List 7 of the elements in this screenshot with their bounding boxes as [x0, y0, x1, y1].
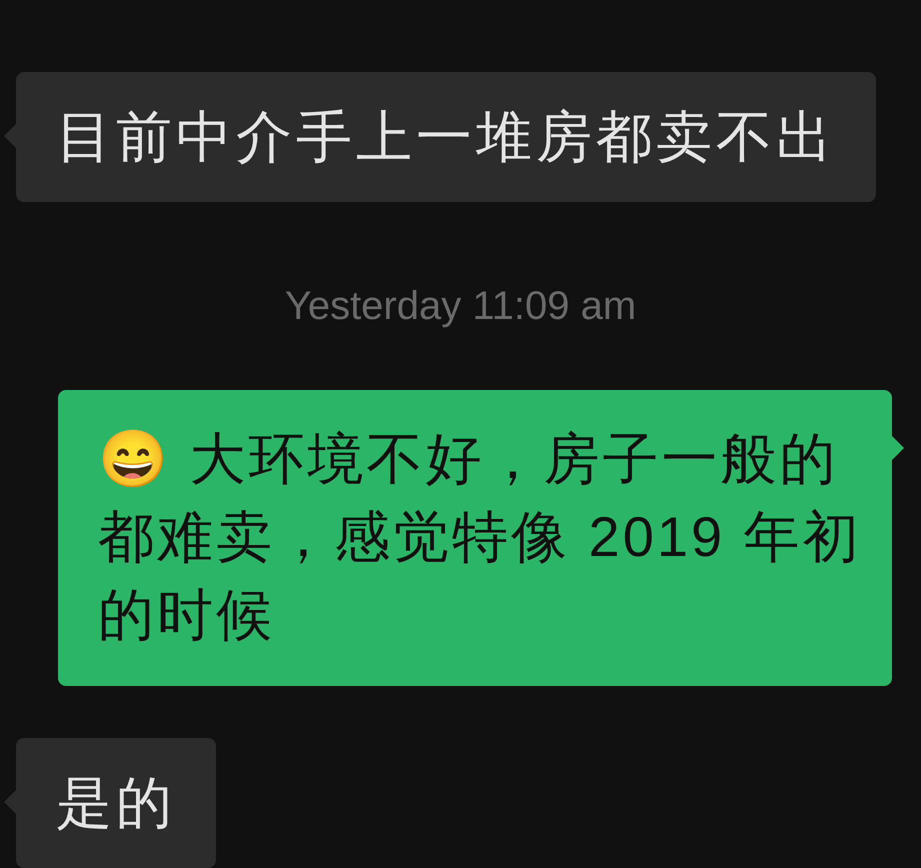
- timestamp: Yesterday 11:09 am: [284, 283, 636, 330]
- bubble-tail-icon: [4, 124, 16, 148]
- bubble-tail-icon: [892, 436, 904, 460]
- message-bubble: 是的: [16, 738, 216, 868]
- message-bubble: 😄 大环境不好，房子一般的都难卖，感觉特像 2019 年初的时候: [58, 390, 892, 686]
- message-bubble: 目前中介手上一堆房都卖不出: [16, 72, 876, 202]
- bubble-tail-icon: [4, 790, 16, 814]
